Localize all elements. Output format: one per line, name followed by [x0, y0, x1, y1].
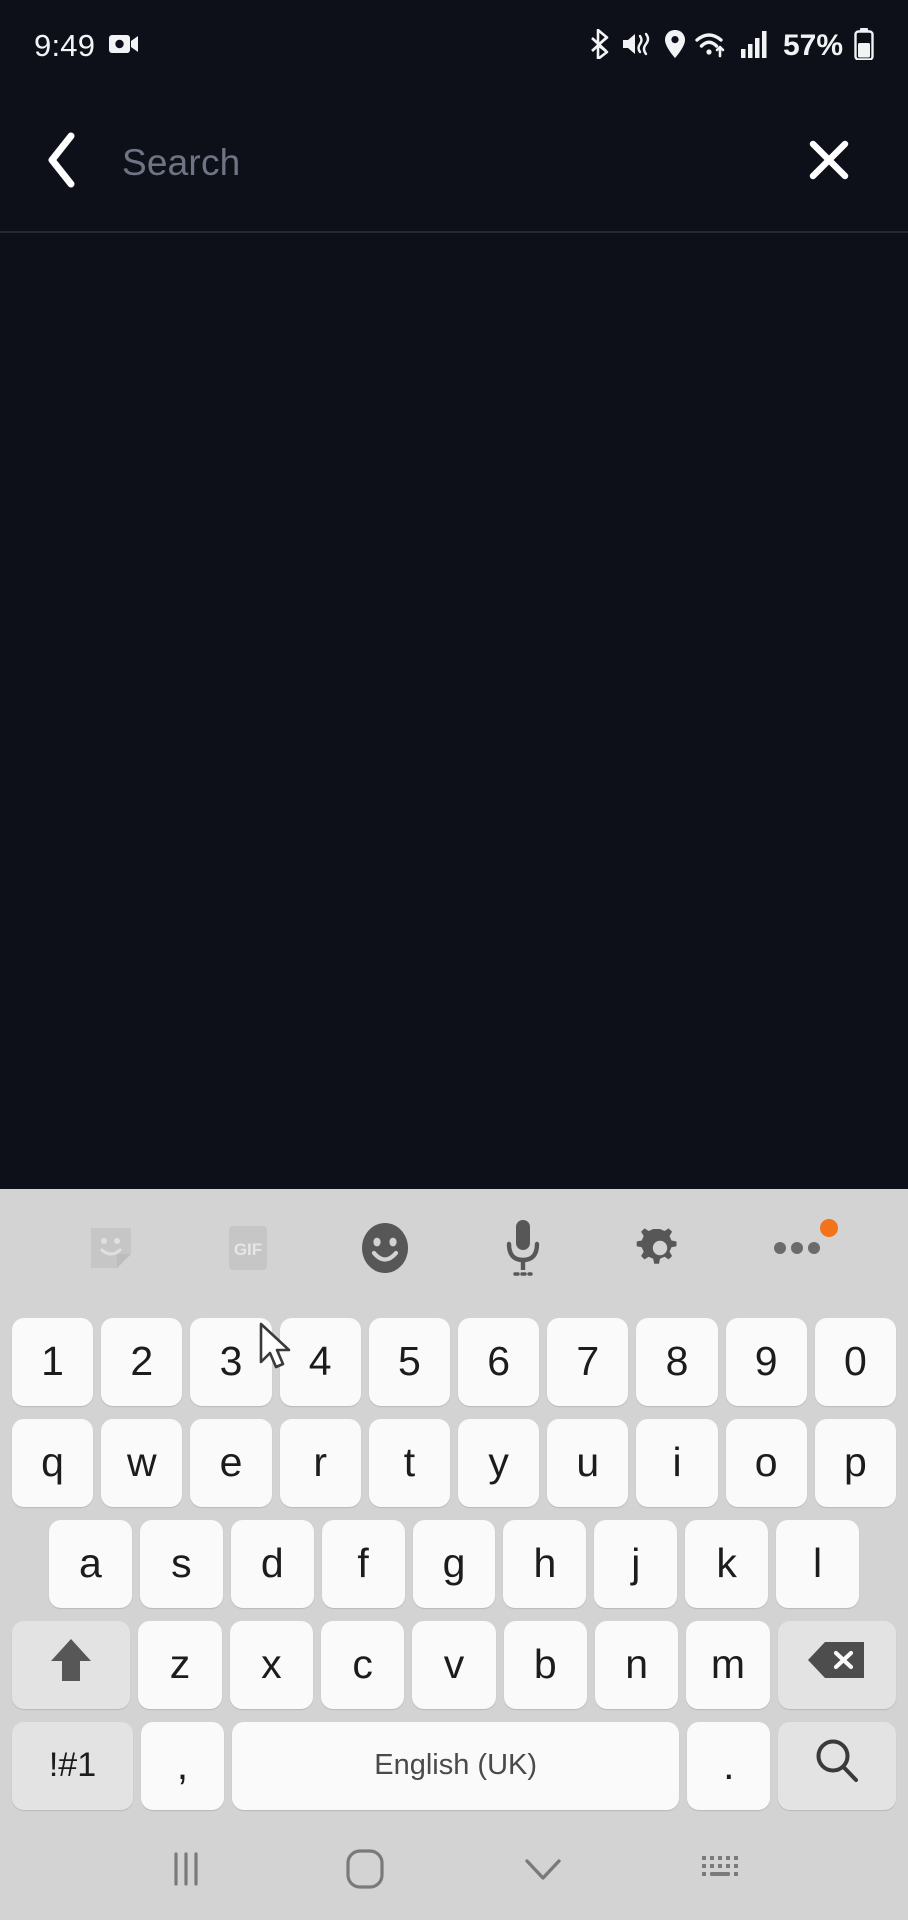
key-k[interactable]: k	[685, 1519, 769, 1608]
key-s[interactable]: s	[139, 1519, 223, 1608]
key-n[interactable]: n	[594, 1620, 679, 1709]
notification-badge-dot	[819, 1219, 838, 1237]
period-key[interactable]: .	[687, 1721, 771, 1810]
sticker-icon	[85, 1222, 137, 1279]
gif-button[interactable]: GIF	[179, 1205, 316, 1295]
battery-icon	[854, 27, 874, 65]
mute-vibrate-icon	[621, 29, 655, 64]
key-h[interactable]: h	[503, 1519, 587, 1608]
keyboard-row-function: !#1 , English (UK) .	[8, 1715, 900, 1816]
keyboard-toolbar: GIF	[0, 1189, 908, 1311]
key-l[interactable]: l	[776, 1519, 860, 1608]
chevron-down-icon	[521, 1854, 565, 1889]
key-0[interactable]: 0	[814, 1317, 897, 1406]
search-input-placeholder: Search	[122, 141, 241, 183]
more-options-button[interactable]	[729, 1205, 866, 1295]
key-p[interactable]: p	[814, 1418, 897, 1507]
key-a[interactable]: a	[49, 1519, 132, 1608]
emoji-button[interactable]	[317, 1205, 454, 1295]
keyboard-icon	[699, 1852, 743, 1891]
space-key[interactable]: English (UK)	[231, 1721, 680, 1810]
navigation-bar	[0, 1822, 908, 1920]
chevron-left-icon	[45, 132, 79, 193]
shift-key[interactable]	[12, 1620, 131, 1709]
phone-screen: 9:49 57% Search GIF 1 2 3 4 5 6 7 8 9 0 …	[0, 0, 908, 1920]
gif-icon: GIF	[224, 1222, 272, 1279]
home-icon	[344, 1848, 386, 1895]
key-8[interactable]: 8	[636, 1317, 718, 1406]
key-g[interactable]: g	[412, 1519, 496, 1608]
recents-icon	[169, 1850, 205, 1893]
key-x[interactable]: x	[229, 1620, 313, 1709]
key-q[interactable]: q	[11, 1418, 94, 1507]
search-results-area	[0, 233, 908, 1189]
svg-text:GIF: GIF	[234, 1240, 262, 1259]
backspace-key[interactable]	[777, 1620, 896, 1709]
search-input[interactable]: Search	[88, 142, 794, 184]
key-u[interactable]: u	[547, 1418, 629, 1507]
location-icon	[664, 29, 686, 64]
key-e[interactable]: e	[190, 1418, 272, 1507]
key-9[interactable]: 9	[725, 1317, 807, 1406]
key-f[interactable]: f	[321, 1519, 405, 1608]
key-v[interactable]: v	[412, 1620, 496, 1709]
keyboard-row-home: a s d f g h j k l	[8, 1513, 900, 1614]
back-button[interactable]	[36, 132, 88, 193]
battery-percent-label: 57%	[782, 29, 843, 62]
backspace-icon	[806, 1638, 868, 1692]
sticker-button[interactable]	[42, 1205, 179, 1295]
key-i[interactable]: i	[636, 1418, 718, 1507]
settings-button[interactable]	[591, 1205, 728, 1295]
cellular-signal-icon	[740, 29, 768, 64]
keyboard-row-bottom: z x c v b n m	[8, 1614, 900, 1715]
status-bar-left: 9:49	[34, 28, 139, 64]
on-screen-keyboard: GIF 1 2 3 4 5 6 7 8 9 0 q w e r t y u i …	[0, 1189, 908, 1822]
status-bar: 9:49 57%	[0, 0, 908, 92]
close-button[interactable]	[794, 128, 864, 198]
search-enter-key[interactable]	[778, 1721, 896, 1810]
more-options-icon	[772, 1240, 822, 1261]
screen-record-icon	[109, 33, 139, 60]
emoji-icon	[358, 1221, 412, 1280]
status-bar-right: 57%	[590, 27, 874, 65]
key-z[interactable]: z	[138, 1620, 222, 1709]
search-bar: Search	[0, 92, 908, 233]
key-r[interactable]: r	[279, 1418, 361, 1507]
keyboard-row-numbers: 1 2 3 4 5 6 7 8 9 0	[8, 1311, 900, 1412]
key-2[interactable]: 2	[101, 1317, 183, 1406]
key-m[interactable]: m	[686, 1620, 770, 1709]
key-b[interactable]: b	[503, 1620, 587, 1709]
wifi-icon	[695, 29, 731, 64]
key-3[interactable]: 3	[190, 1317, 272, 1406]
key-6[interactable]: 6	[458, 1317, 540, 1406]
shift-icon	[49, 1635, 93, 1695]
recents-button[interactable]	[98, 1822, 276, 1920]
microphone-button[interactable]	[454, 1205, 591, 1295]
key-5[interactable]: 5	[368, 1317, 450, 1406]
home-button[interactable]	[276, 1822, 454, 1920]
key-o[interactable]: o	[725, 1418, 807, 1507]
comma-key[interactable]: ,	[141, 1721, 224, 1810]
keyboard-row-top: q w e r t y u i o p	[8, 1412, 900, 1513]
key-w[interactable]: w	[101, 1418, 183, 1507]
key-1[interactable]: 1	[11, 1317, 94, 1406]
status-time: 9:49	[34, 28, 96, 63]
keyboard-switch-button[interactable]	[632, 1822, 810, 1920]
symbols-key[interactable]: !#1	[12, 1721, 133, 1810]
microphone-icon	[500, 1218, 546, 1283]
bluetooth-icon	[590, 28, 612, 64]
key-j[interactable]: j	[594, 1519, 678, 1608]
key-d[interactable]: d	[230, 1519, 314, 1608]
key-t[interactable]: t	[368, 1418, 450, 1507]
key-c[interactable]: c	[321, 1620, 405, 1709]
settings-gear-icon	[634, 1222, 686, 1279]
hide-keyboard-button[interactable]	[454, 1822, 632, 1920]
search-icon	[812, 1736, 862, 1796]
key-4[interactable]: 4	[279, 1317, 361, 1406]
close-icon	[805, 136, 853, 189]
key-y[interactable]: y	[458, 1418, 540, 1507]
keyboard-key-rows: 1 2 3 4 5 6 7 8 9 0 q w e r t y u i o p …	[0, 1311, 908, 1822]
key-7[interactable]: 7	[547, 1317, 629, 1406]
